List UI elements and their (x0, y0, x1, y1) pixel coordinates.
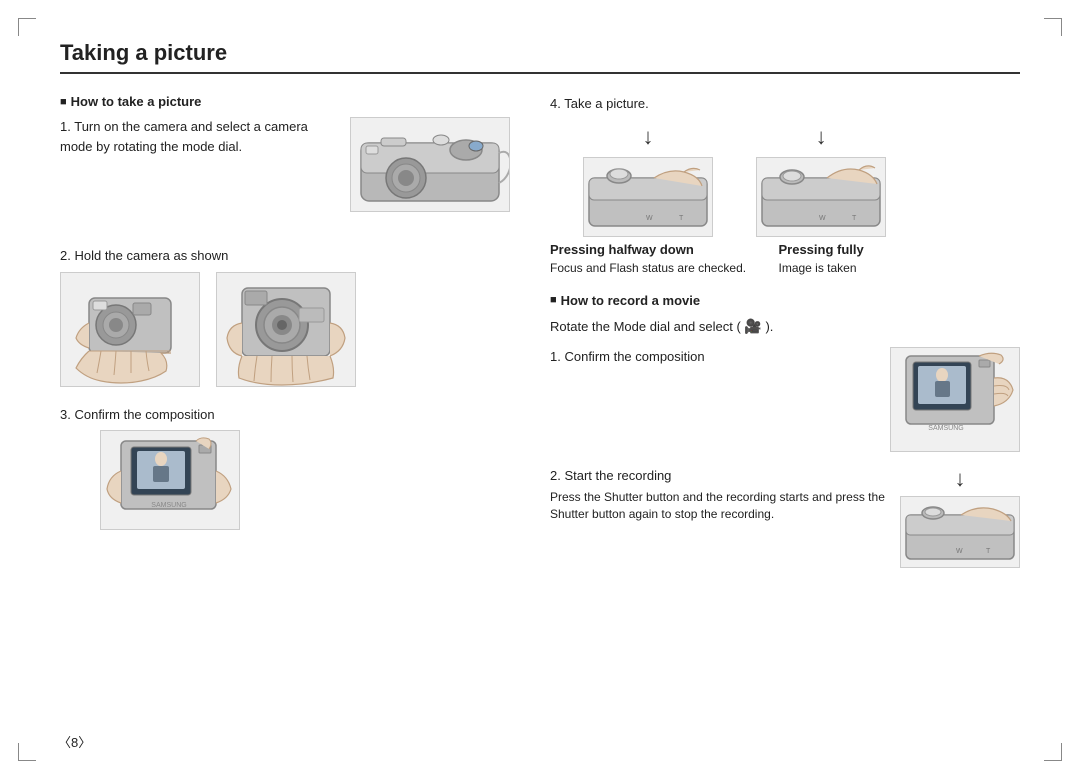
lcd-camera-svg-right: SAMSUNG (891, 348, 1019, 451)
rotate-text-end: ). (765, 319, 773, 334)
svg-text:T: T (852, 215, 857, 222)
camera-top-image (350, 117, 510, 212)
arrow-down-fully: ↓ (816, 120, 827, 153)
movie-step1-description: Confirm the composition (564, 349, 704, 364)
movie-step1-container: 1. Confirm the composition (550, 347, 1020, 452)
svg-text:T: T (679, 215, 684, 222)
shutter-movie-image: W T (900, 496, 1020, 568)
step4-description: Take a picture. (564, 96, 649, 111)
lcd-camera-image-left: SAMSUNG (100, 430, 240, 530)
step3-container: 3. Confirm the composition (60, 405, 510, 531)
step2-description: Hold the camera as shown (74, 248, 228, 263)
movie-step2-desc: Press the Shutter button and the recordi… (550, 489, 900, 523)
hand-camera-image-2 (216, 272, 356, 387)
movie-step2-description: Start the recording (564, 468, 671, 483)
movie-step2-image-container: ↓ W T (900, 466, 1020, 568)
shutter-fully-desc: Image is taken (778, 261, 856, 275)
svg-text:W: W (646, 215, 653, 222)
movie-step1-text: 1. Confirm the composition (550, 347, 890, 367)
step1-number: 1. (60, 119, 71, 134)
left-column: How to take a picture 1. Turn on the cam… (60, 94, 540, 582)
step2-text: 2. Hold the camera as shown (60, 246, 510, 266)
movie-step2-container: 2. Start the recording Press the Shutter… (550, 466, 1020, 568)
svg-text:T: T (986, 548, 991, 555)
shutter-halfway-image: W T (583, 157, 713, 237)
hand-camera-svg-2 (217, 273, 355, 386)
shutter-fully-title: Pressing fully (778, 242, 863, 257)
movie-step2-title: 2. Start the recording (550, 466, 900, 486)
step4-container: 4. Take a picture. ↓ (550, 94, 1020, 277)
shutter-fully-image: W T (756, 157, 886, 237)
step1-description: Turn on the camera and select a camera m… (60, 119, 308, 154)
step2-container: 2. Hold the camera as shown (60, 246, 510, 387)
svg-text:W: W (956, 548, 963, 555)
shutter-fully-svg: W T (757, 158, 885, 236)
movie-section: How to record a movie Rotate the Mode di… (550, 293, 1020, 568)
rotate-text: Rotate the Mode dial and select ( 🎥 ). (550, 316, 1020, 337)
hand-camera-image-1 (60, 272, 200, 387)
svg-text:W: W (819, 215, 826, 222)
step4-text: 4. Take a picture. (550, 94, 1020, 114)
page-container: Taking a picture How to take a picture 1… (0, 0, 1080, 779)
step4-number: 4. (550, 96, 561, 111)
step1-row: 1. Turn on the camera and select a camer… (60, 117, 510, 228)
page-number: 〈8〉 (58, 732, 91, 751)
shutter-halfway-svg: W T (584, 158, 712, 236)
right-column: 4. Take a picture. ↓ (540, 94, 1020, 582)
movie-step2-number: 2. (550, 468, 561, 483)
arrow-down-movie: ↓ (955, 466, 966, 492)
step3-number: 3. (60, 407, 71, 422)
shutter-fully-box: ↓ W T (756, 120, 886, 277)
movie-step2-text: 2. Start the recording Press the Shutter… (550, 466, 900, 523)
svg-text:SAMSUNG: SAMSUNG (928, 425, 963, 432)
step3-text: 3. Confirm the composition (60, 405, 510, 425)
step2-number: 2. (60, 248, 71, 263)
shutter-halfway-label: Pressing halfway down Focus and Flash st… (550, 241, 746, 277)
hand-camera-svg-1 (61, 273, 199, 386)
movie-icon: 🎥 (744, 318, 761, 334)
page-title: Taking a picture (60, 40, 1020, 74)
content-area: How to take a picture 1. Turn on the cam… (60, 94, 1020, 582)
svg-text:SAMSUNG: SAMSUNG (151, 502, 186, 509)
camera-top-svg (351, 118, 509, 211)
lcd-camera-image-right: SAMSUNG (890, 347, 1020, 452)
shutter-halfway-title: Pressing halfway down (550, 242, 694, 257)
shutter-fully-label: Pressing fully Image is taken (778, 241, 863, 277)
rotate-text-content: Rotate the Mode dial and select ( (550, 319, 741, 334)
arrow-down-halfway: ↓ (643, 120, 654, 153)
shutter-movie-svg: W T (901, 497, 1019, 567)
lcd-camera-svg-left: SAMSUNG (101, 431, 239, 529)
section-header-left: How to take a picture (60, 94, 510, 109)
step2-images (60, 272, 510, 387)
step1-text: 1. Turn on the camera and select a camer… (60, 117, 320, 156)
shutter-images-row: ↓ W T (550, 120, 1020, 277)
step3-description: Confirm the composition (74, 407, 214, 422)
shutter-halfway-box: ↓ W T (550, 120, 746, 277)
section-header-movie: How to record a movie (550, 293, 1020, 308)
movie-step1-number: 1. (550, 349, 561, 364)
shutter-halfway-desc: Focus and Flash status are checked. (550, 261, 746, 275)
